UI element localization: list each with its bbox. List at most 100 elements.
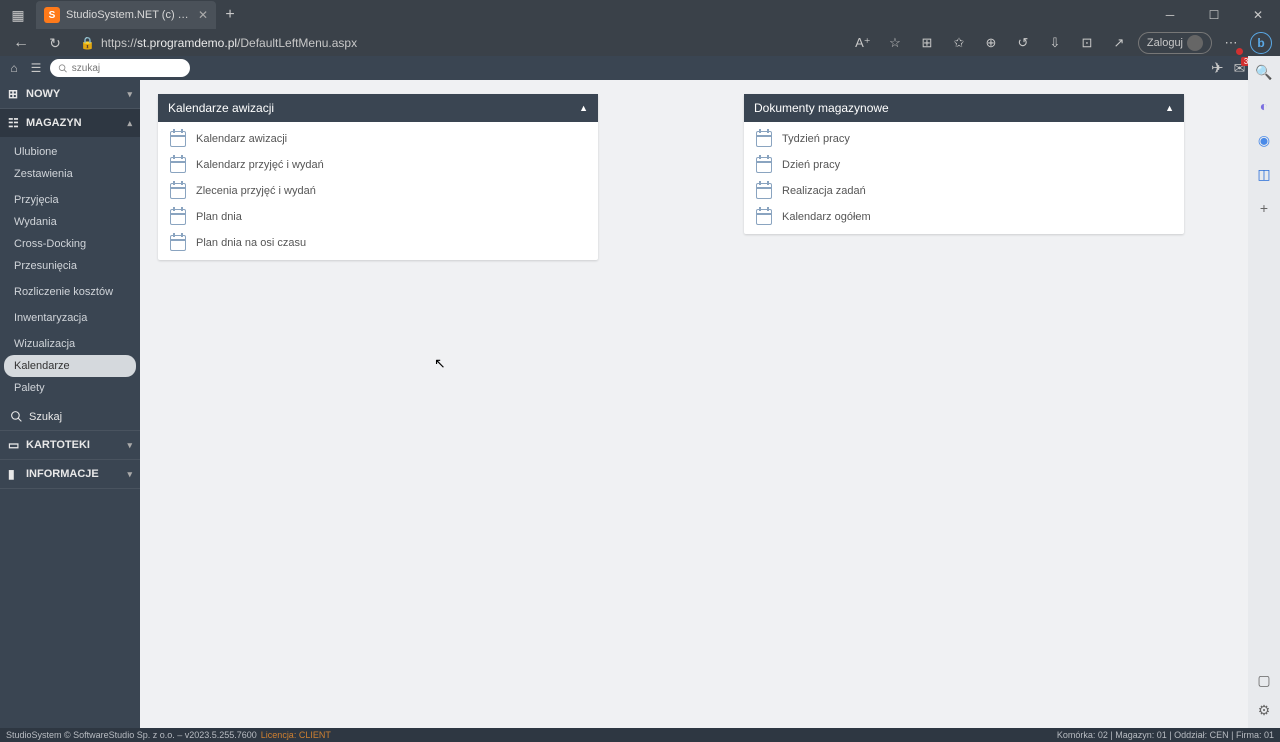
panel-item[interactable]: Kalendarz przyjęć i wydań [158,152,598,178]
history-icon[interactable]: ↺ [1010,30,1036,56]
url-field[interactable]: 🔒 https://st.programdemo.pl/DefaultLeftM… [76,36,842,50]
favorites-bar-icon[interactable]: ✩ [946,30,972,56]
login-label: Zaloguj [1147,37,1183,49]
browser-tab[interactable]: S StudioSystem.NET (c) SoftwareS... ✕ [36,1,216,29]
panel-item[interactable]: Zlecenia przyjęć i wydań [158,178,598,204]
edge-panel-icon[interactable]: ▢ [1254,670,1274,690]
back-button[interactable]: ← [8,30,34,56]
menu-toggle-icon[interactable]: ☰ [28,61,44,75]
sidebar-item-przesuniecia[interactable]: Przesunięcia [4,255,136,277]
calendar-icon [756,183,772,199]
read-aloud-icon[interactable]: A⁺ [850,30,876,56]
app-search[interactable] [50,59,190,77]
toolbar-right: A⁺ ☆ ⊞ ✩ ⊕ ↺ ⇩ ⊡ ↗ Zaloguj ⋯ b [850,30,1272,56]
document-icon: ▮ [8,467,26,481]
collapse-icon[interactable]: ▲ [1165,103,1174,113]
nav-magazyn[interactable]: ☷ MAGAZYN ▴ [0,109,140,137]
sidebar-item-przyjecia[interactable]: Przyjęcia [4,189,136,211]
nav-nowy[interactable]: ⊞ NOWY ▾ [0,80,140,108]
panel-item[interactable]: Plan dnia na osi czasu [158,230,598,256]
panel-title: Kalendarze awizacji [168,101,274,115]
edge-sidebar: 🔍 ◐ ◉ ◫ + ▢ ⚙ [1248,56,1280,728]
tab-favicon-icon: S [44,7,60,23]
panel-item[interactable]: Tydzień pracy [744,126,1184,152]
tab-actions-icon[interactable]: ▦ [4,1,32,29]
maximize-button[interactable]: ☐ [1192,0,1236,30]
sidebar-item-wizualizacja[interactable]: Wizualizacja [4,333,136,355]
minimize-button[interactable]: ─ [1148,0,1192,30]
extensions-icon[interactable]: ⊞ [914,30,940,56]
panel-item[interactable]: Kalendarz ogółem [744,204,1184,230]
panel-header[interactable]: Kalendarze awizacji ▲ [158,94,598,122]
sidebar-item-zestawienia[interactable]: Zestawienia [4,163,136,185]
panel-header[interactable]: Dokumenty magazynowe ▲ [744,94,1184,122]
share-icon[interactable]: ↗ [1106,30,1132,56]
calendar-icon [756,209,772,225]
panel-item[interactable]: Dzień pracy [744,152,1184,178]
collections-icon[interactable]: ⊕ [978,30,1004,56]
new-tab-button[interactable]: + [216,6,244,24]
panel-kalendarze-awizacji: Kalendarze awizacji ▲ Kalendarz awizacji… [158,94,598,260]
sidebar-item-kalendarze[interactable]: Kalendarze [4,355,136,377]
panel-item[interactable]: Plan dnia [158,204,598,230]
plus-box-icon: ⊞ [8,87,26,101]
sidebar-item-inwentaryzacja[interactable]: Inwentaryzacja [4,307,136,329]
content-area: Kalendarze awizacji ▲ Kalendarz awizacji… [140,80,1280,728]
panel-item-label: Plan dnia [196,211,242,223]
window-controls: ─ ☐ ✕ [1148,0,1280,30]
search-input[interactable] [72,63,182,74]
sidebar-search[interactable]: Szukaj [0,403,140,430]
nav-kartoteki[interactable]: ▭ KARTOTEKI ▾ [0,431,140,459]
login-pill[interactable]: Zaloguj [1138,32,1212,54]
more-icon[interactable]: ⋯ [1218,30,1244,56]
panel-item-label: Dzień pracy [782,159,840,171]
avatar-icon [1187,35,1203,51]
browser-chrome: ▦ S StudioSystem.NET (c) SoftwareS... ✕ … [0,0,1280,56]
panel-item-label: Kalendarz awizacji [196,133,287,145]
edge-search-icon[interactable]: 🔍 [1254,62,1274,82]
home-icon[interactable]: ⌂ [6,61,22,75]
sidebar-item-cross-docking[interactable]: Cross-Docking [4,233,136,255]
warehouse-icon: ☷ [8,116,26,130]
edge-tool2-icon[interactable]: ◉ [1254,130,1274,150]
downloads-icon[interactable]: ⇩ [1042,30,1068,56]
panel-item-label: Plan dnia na osi czasu [196,237,306,249]
nav-label: INFORMACJE [26,468,99,480]
sidebar-item-wydania[interactable]: Wydania [4,211,136,233]
calendar-icon [756,157,772,173]
status-app: StudioSystem © SoftwareStudio Sp. z o.o.… [6,730,257,740]
tab-title: StudioSystem.NET (c) SoftwareS... [66,9,192,21]
search-icon [10,410,23,423]
edge-add-icon[interactable]: + [1254,198,1274,218]
sidebar-item-palety[interactable]: Palety [4,377,136,399]
chevron-up-icon: ▴ [127,118,132,129]
close-window-button[interactable]: ✕ [1236,0,1280,30]
calendar-icon [170,131,186,147]
favorite-icon[interactable]: ☆ [882,30,908,56]
sidebar-item-rozliczenie[interactable]: Rozliczenie kosztów [4,281,136,303]
close-icon[interactable]: ✕ [198,8,208,22]
panel-dokumenty-magazynowe: Dokumenty magazynowe ▲ Tydzień pracy Dzi… [744,94,1184,234]
nav-label: MAGAZYN [26,117,82,129]
edge-settings-icon[interactable]: ⚙ [1254,700,1274,720]
sidebar-item-ulubione[interactable]: Ulubione [4,141,136,163]
refresh-button[interactable]: ↻ [42,30,68,56]
calendar-icon [170,183,186,199]
apps-icon[interactable]: ⊡ [1074,30,1100,56]
status-bar: StudioSystem © SoftwareStudio Sp. z o.o.… [0,728,1280,742]
panel-item-label: Realizacja zadań [782,185,866,197]
status-license: Licencja: CLIENT [261,730,331,740]
envelope-icon[interactable]: ✉3 [1234,60,1246,77]
address-bar: ← ↻ 🔒 https://st.programdemo.pl/DefaultL… [0,30,1280,56]
edge-tool1-icon[interactable]: ◐ [1254,96,1274,116]
nav-informacje[interactable]: ▮ INFORMACJE ▾ [0,460,140,488]
card-icon: ▭ [8,438,26,452]
tab-strip: ▦ S StudioSystem.NET (c) SoftwareS... ✕ … [0,0,1280,30]
edge-outlook-icon[interactable]: ◫ [1254,164,1274,184]
collapse-icon[interactable]: ▲ [579,103,588,113]
panel-item[interactable]: Realizacja zadań [744,178,1184,204]
bing-icon[interactable]: b [1250,32,1272,54]
lock-icon: 🔒 [80,36,95,50]
plane-icon[interactable]: ✈ [1211,59,1224,77]
panel-item[interactable]: Kalendarz awizacji [158,126,598,152]
